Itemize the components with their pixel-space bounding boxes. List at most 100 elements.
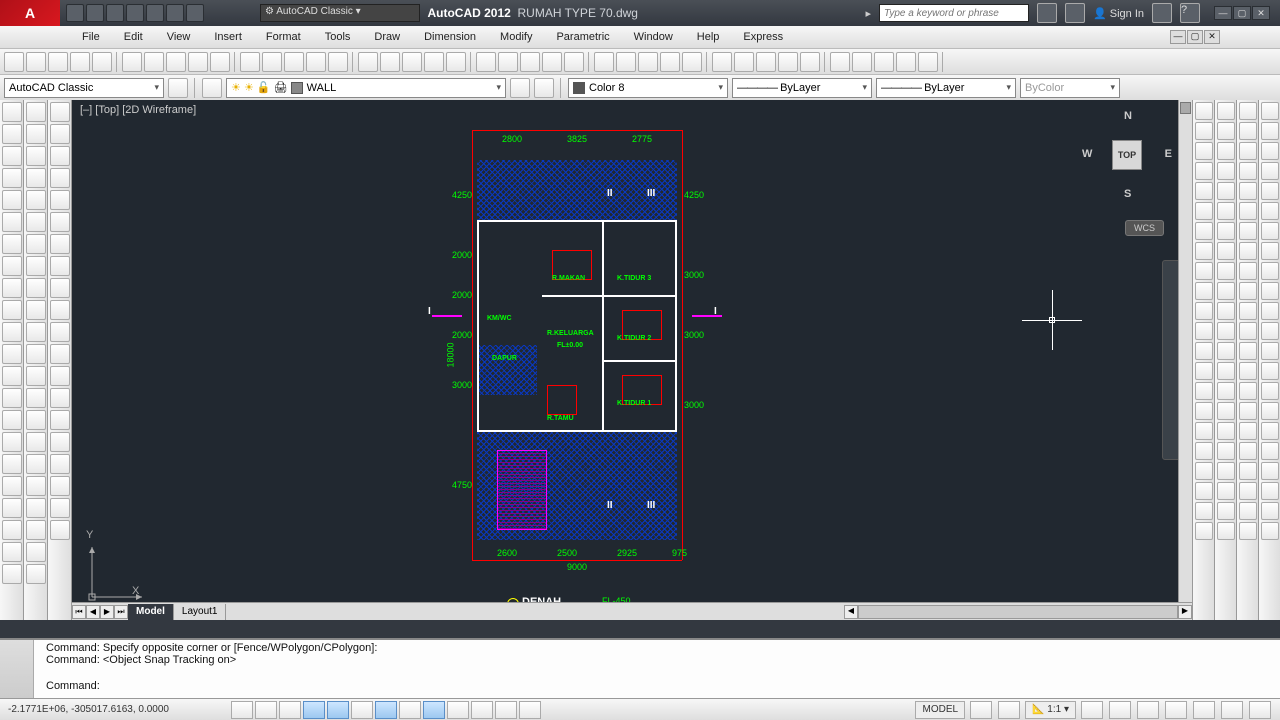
draw-tool-16[interactable] xyxy=(2,454,22,474)
std-tool-23[interactable] xyxy=(542,52,562,72)
modify-tool-3[interactable] xyxy=(26,168,46,188)
std-tool-15[interactable] xyxy=(358,52,378,72)
draw-tool-11[interactable] xyxy=(2,344,22,364)
rtool3-17[interactable] xyxy=(1239,442,1257,460)
rtool3-11[interactable] xyxy=(1239,322,1257,340)
rtool1-15[interactable] xyxy=(1195,402,1213,420)
rtool1-10[interactable] xyxy=(1195,302,1213,320)
stay-connected-icon[interactable] xyxy=(1152,3,1172,23)
std-tool-17[interactable] xyxy=(402,52,422,72)
draworder-tool-3[interactable] xyxy=(50,168,70,188)
rtool4-2[interactable] xyxy=(1261,142,1279,160)
viewcube-face[interactable]: TOP xyxy=(1112,140,1142,170)
std-tool-18[interactable] xyxy=(424,52,444,72)
rtool2-11[interactable] xyxy=(1217,322,1235,340)
draw-tool-17[interactable] xyxy=(2,476,22,496)
modify-tool-18[interactable] xyxy=(26,498,46,518)
modify-tool-17[interactable] xyxy=(26,476,46,496)
3dosnap-toggle[interactable] xyxy=(351,701,373,719)
modify-tool-8[interactable] xyxy=(26,278,46,298)
rtool2-0[interactable] xyxy=(1217,102,1235,120)
workspace-switcher[interactable]: ⚙ AutoCAD Classic ▾ xyxy=(260,4,420,22)
qat-new-icon[interactable] xyxy=(66,4,84,22)
draw-tool-15[interactable] xyxy=(2,432,22,452)
qat-saveas-icon[interactable] xyxy=(126,4,144,22)
draw-tool-5[interactable] xyxy=(2,212,22,232)
std-tool-36[interactable] xyxy=(852,52,872,72)
modify-tool-2[interactable] xyxy=(26,146,46,166)
rtool2-7[interactable] xyxy=(1217,242,1235,260)
rtool3-6[interactable] xyxy=(1239,222,1257,240)
osnap-toggle[interactable] xyxy=(327,701,349,719)
rtool3-7[interactable] xyxy=(1239,242,1257,260)
modify-tool-19[interactable] xyxy=(26,520,46,540)
annoscale-toggle[interactable] xyxy=(1081,701,1103,719)
menu-parametric[interactable]: Parametric xyxy=(544,31,621,43)
quickview-layouts-icon[interactable] xyxy=(970,701,992,719)
std-tool-10[interactable] xyxy=(240,52,260,72)
draworder-tool-10[interactable] xyxy=(50,322,70,342)
cmd-prompt[interactable]: Command: xyxy=(46,680,1274,692)
modify-tool-20[interactable] xyxy=(26,542,46,562)
hscroll-right-icon[interactable]: ▶ xyxy=(1178,605,1192,619)
isolate-objects-icon[interactable] xyxy=(1221,701,1243,719)
rtool3-15[interactable] xyxy=(1239,402,1257,420)
rtool1-11[interactable] xyxy=(1195,322,1213,340)
rtool3-10[interactable] xyxy=(1239,302,1257,320)
layer-properties-icon[interactable] xyxy=(202,78,222,98)
rtool1-2[interactable] xyxy=(1195,142,1213,160)
rtool2-2[interactable] xyxy=(1217,142,1235,160)
rtool2-9[interactable] xyxy=(1217,282,1235,300)
rtool2-3[interactable] xyxy=(1217,162,1235,180)
draworder-tool-17[interactable] xyxy=(50,476,70,496)
draworder-tool-14[interactable] xyxy=(50,410,70,430)
rtool3-3[interactable] xyxy=(1239,162,1257,180)
draworder-tool-1[interactable] xyxy=(50,124,70,144)
rtool4-8[interactable] xyxy=(1261,262,1279,280)
rtool1-4[interactable] xyxy=(1195,182,1213,200)
rtool3-0[interactable] xyxy=(1239,102,1257,120)
std-tool-2[interactable] xyxy=(48,52,68,72)
rtool4-17[interactable] xyxy=(1261,442,1279,460)
draw-tool-4[interactable] xyxy=(2,190,22,210)
draw-tool-19[interactable] xyxy=(2,520,22,540)
modify-tool-13[interactable] xyxy=(26,388,46,408)
rtool3-20[interactable] xyxy=(1239,502,1257,520)
draworder-tool-19[interactable] xyxy=(50,520,70,540)
modify-tool-10[interactable] xyxy=(26,322,46,342)
layer-previous-icon[interactable] xyxy=(534,78,554,98)
draworder-tool-13[interactable] xyxy=(50,388,70,408)
rtool4-10[interactable] xyxy=(1261,302,1279,320)
tpy-toggle[interactable] xyxy=(471,701,493,719)
std-tool-7[interactable] xyxy=(166,52,186,72)
tab-prev-icon[interactable]: ◀ xyxy=(86,605,100,619)
rtool3-19[interactable] xyxy=(1239,482,1257,500)
linetype-combo[interactable]: ———— ByLayer xyxy=(732,78,872,98)
menu-dimension[interactable]: Dimension xyxy=(412,31,488,43)
rtool2-13[interactable] xyxy=(1217,362,1235,380)
modify-tool-9[interactable] xyxy=(26,300,46,320)
help-icon[interactable]: ? xyxy=(1180,3,1200,23)
modify-tool-1[interactable] xyxy=(26,124,46,144)
draw-tool-12[interactable] xyxy=(2,366,22,386)
rtool1-3[interactable] xyxy=(1195,162,1213,180)
rtool1-17[interactable] xyxy=(1195,442,1213,460)
rtool2-16[interactable] xyxy=(1217,422,1235,440)
draworder-tool-5[interactable] xyxy=(50,212,70,232)
menu-view[interactable]: View xyxy=(155,31,203,43)
rtool3-21[interactable] xyxy=(1239,522,1257,540)
infocenter-search-input[interactable] xyxy=(879,4,1029,22)
rtool2-21[interactable] xyxy=(1217,522,1235,540)
std-tool-29[interactable] xyxy=(682,52,702,72)
rtool1-14[interactable] xyxy=(1195,382,1213,400)
rtool2-1[interactable] xyxy=(1217,122,1235,140)
rtool4-18[interactable] xyxy=(1261,462,1279,480)
std-tool-31[interactable] xyxy=(734,52,754,72)
rtool3-2[interactable] xyxy=(1239,142,1257,160)
rtool2-4[interactable] xyxy=(1217,182,1235,200)
modify-tool-7[interactable] xyxy=(26,256,46,276)
quickview-drawings-icon[interactable] xyxy=(998,701,1020,719)
modify-tool-12[interactable] xyxy=(26,366,46,386)
rtool2-5[interactable] xyxy=(1217,202,1235,220)
std-tool-19[interactable] xyxy=(446,52,466,72)
